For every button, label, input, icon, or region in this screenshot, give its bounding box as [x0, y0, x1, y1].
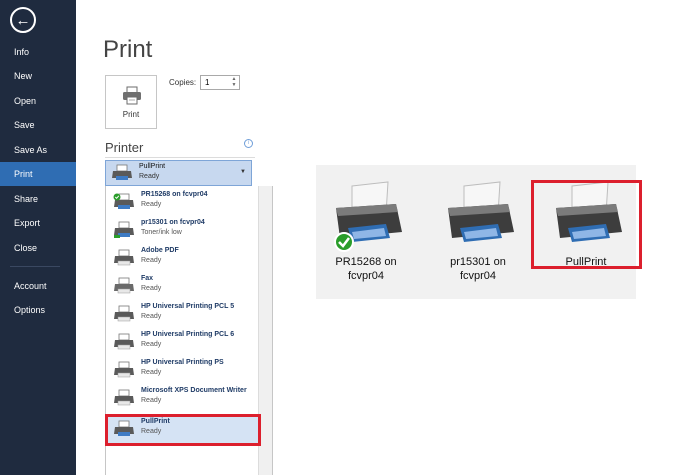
printer-status: Ready	[141, 257, 162, 264]
printer-section-title: Printer	[105, 140, 144, 155]
printer-name: Fax	[141, 275, 154, 282]
list-item[interactable]: Microsoft XPS Document Writer Ready	[107, 384, 261, 412]
page-title: Print	[103, 36, 153, 63]
device-label: pr15301 on	[450, 256, 506, 268]
section-divider	[105, 157, 255, 158]
nav-item-print[interactable]: Print	[0, 162, 76, 186]
nav-item-close[interactable]: Close	[0, 236, 76, 260]
printer-large-icon	[326, 180, 406, 257]
printer-status: Ready	[141, 369, 162, 376]
device-label: fcvpr04	[459, 270, 497, 282]
highlight-box	[531, 180, 642, 269]
printer-name: HP Universal Printing PS	[141, 359, 224, 366]
list-item[interactable]: PR15268 on fcvpr04 Ready	[107, 188, 261, 216]
list-item[interactable]: pr15301 on fcvpr04 Toner/ink low	[107, 216, 261, 244]
device-label: PR15268 on	[335, 256, 397, 268]
printer-status: Ready	[141, 313, 162, 320]
printer-name: Adobe PDF	[141, 247, 179, 254]
list-item[interactable]: Fax Ready	[107, 272, 261, 300]
printer-name: pr15301 on fcvpr04	[141, 219, 205, 226]
printer-status: Ready	[141, 201, 162, 208]
nav-item-export[interactable]: Export	[0, 211, 76, 235]
copies-value: 1	[205, 78, 210, 87]
print-button-label: Print	[122, 110, 140, 119]
device-label: fcvpr04	[347, 270, 385, 282]
printer-icon	[111, 164, 133, 187]
nav-item-account[interactable]: Account	[0, 274, 76, 298]
device-printer-1[interactable]: PR15268 on fcvpr04	[316, 180, 416, 290]
nav-item-options[interactable]: Options	[0, 298, 76, 322]
copies-stepper[interactable]: 1 ▲ ▼	[200, 75, 240, 90]
printer-status: Ready	[141, 397, 162, 404]
printer-icon	[113, 249, 135, 272]
info-icon[interactable]: i	[244, 139, 253, 148]
printer-status: Ready	[141, 341, 162, 348]
list-item[interactable]: HP Universal Printing PCL 6 Ready	[107, 328, 261, 356]
printer-status: Ready	[141, 285, 162, 292]
selected-printer-status: Ready	[139, 173, 160, 180]
printer-name: PR15268 on fcvpr04	[141, 191, 208, 198]
fax-icon	[113, 277, 135, 300]
printer-default-icon	[113, 193, 135, 216]
printer-icon	[122, 86, 142, 111]
nav-divider	[10, 266, 60, 267]
printer-icon	[113, 389, 135, 412]
chevron-down-icon[interactable]: ▼	[240, 169, 246, 175]
list-item[interactable]: HP Universal Printing PCL 5 Ready	[107, 300, 261, 328]
printer-icon	[113, 305, 135, 328]
highlight-box	[105, 414, 261, 446]
printer-icon	[113, 221, 135, 244]
list-item[interactable]: Adobe PDF Ready	[107, 244, 261, 272]
print-button[interactable]: Print	[105, 75, 157, 129]
printer-name: HP Universal Printing PCL 5	[141, 303, 235, 310]
back-arrow-icon[interactable]: ←	[10, 7, 36, 33]
nav-item-share[interactable]: Share	[0, 187, 76, 211]
printer-select[interactable]: PullPrint Ready ▼	[105, 160, 252, 186]
nav-item-open[interactable]: Open	[0, 89, 76, 113]
copies-spin-icon[interactable]: ▲ ▼	[230, 76, 238, 89]
selected-printer-name: PullPrint	[139, 163, 166, 170]
printer-name: HP Universal Printing PCL 6	[141, 331, 235, 338]
nav-item-save-as[interactable]: Save As	[0, 138, 76, 162]
printer-name: Microsoft XPS Document Writer	[141, 387, 247, 394]
nav-item-info[interactable]: Info	[0, 40, 76, 64]
printer-icon	[113, 361, 135, 384]
nav-item-save[interactable]: Save	[0, 113, 76, 137]
printer-large-icon	[438, 180, 518, 257]
printer-status: Toner/ink low	[141, 229, 182, 236]
list-item[interactable]: HP Universal Printing PS Ready	[107, 356, 261, 384]
nav-item-new[interactable]: New	[0, 64, 76, 88]
backstage-sidebar: ← Info New Open Save Save As Print Share…	[0, 0, 76, 475]
device-printer-2[interactable]: pr15301 on fcvpr04	[428, 180, 528, 290]
copies-label: Copies:	[169, 78, 197, 87]
printer-icon	[113, 333, 135, 356]
